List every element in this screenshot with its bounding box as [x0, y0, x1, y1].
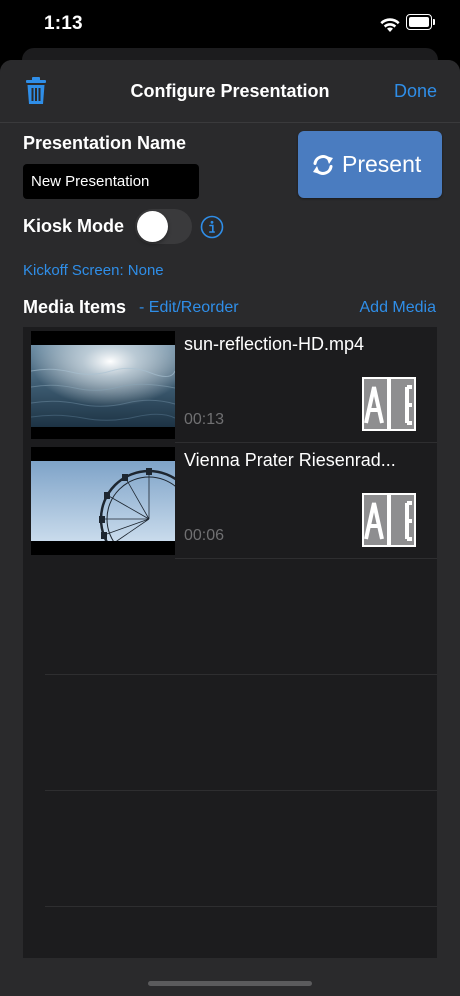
ab-icon[interactable] [362, 493, 416, 547]
media-item-row[interactable]: Vienna Prater Riesenrad... 00:06 [23, 443, 437, 559]
info-icon[interactable] [200, 215, 224, 239]
media-items-label: Media Items [23, 297, 127, 317]
home-indicator[interactable] [148, 981, 312, 986]
battery-icon [406, 14, 436, 30]
toggle-knob [137, 211, 168, 242]
media-duration: 00:06 [184, 527, 225, 544]
row-separator [45, 906, 437, 907]
media-title: sun-reflection-HD.mp4 [184, 334, 365, 354]
page-title: Configure Presentation [130, 81, 330, 101]
present-button[interactable]: Present [298, 131, 442, 198]
media-thumbnail [31, 447, 175, 555]
row-separator [45, 790, 437, 791]
refresh-icon [313, 155, 333, 175]
kiosk-mode-label: Kiosk Mode [23, 216, 125, 236]
media-duration: 00:13 [184, 411, 225, 428]
wifi-icon [380, 18, 400, 32]
presentation-name-field[interactable] [23, 164, 199, 199]
media-item-row[interactable]: sun-reflection-HD.mp4 00:13 [23, 327, 437, 443]
media-title: Vienna Prater Riesenrad... [184, 450, 396, 470]
status-time: 1:13 [44, 13, 83, 34]
media-thumbnail [31, 331, 175, 439]
status-bar: 1:13 [0, 0, 460, 50]
kickoff-screen-link[interactable]: Kickoff Screen: None [23, 262, 164, 279]
present-label: Present [342, 151, 422, 177]
add-media-link[interactable]: Add Media [360, 299, 437, 317]
edit-reorder-link[interactable]: - Edit/Reorder [139, 299, 239, 317]
row-separator [175, 558, 437, 559]
kiosk-mode-toggle[interactable] [135, 209, 192, 244]
ab-icon[interactable] [362, 377, 416, 431]
media-list[interactable]: sun-reflection-HD.mp4 00:13 Vienna Prate… [23, 327, 437, 958]
presentation-name-label: Presentation Name [23, 133, 187, 153]
done-button[interactable]: Done [394, 81, 437, 102]
nav-bar: Configure Presentation Done [0, 60, 460, 123]
row-separator [45, 674, 437, 675]
